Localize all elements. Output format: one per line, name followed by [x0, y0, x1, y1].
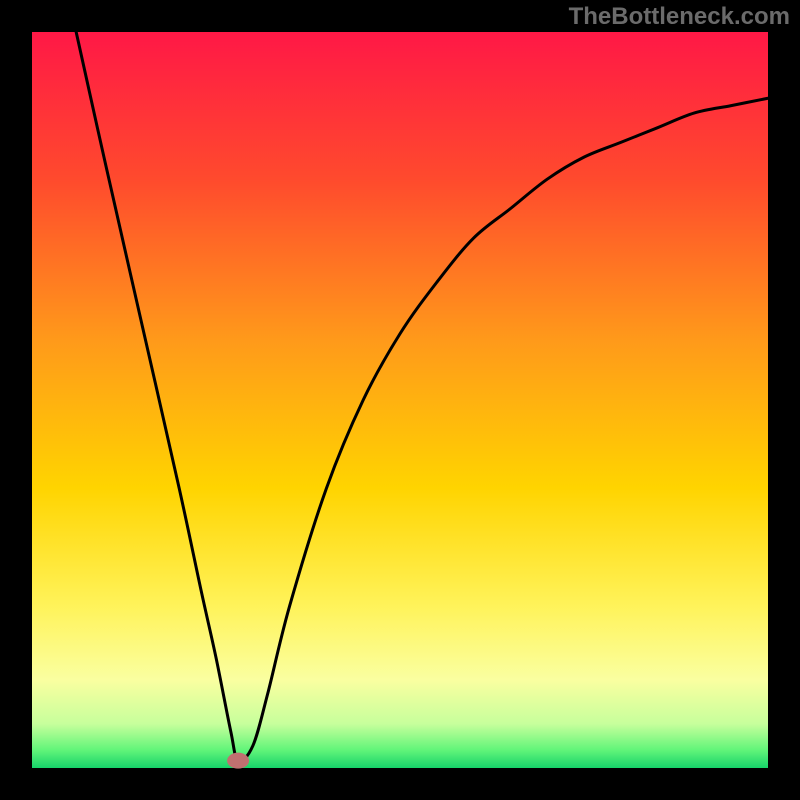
bottleneck-chart — [0, 0, 800, 800]
minimum-marker — [227, 753, 249, 769]
chart-container: TheBottleneck.com — [0, 0, 800, 800]
chart-plot-area — [32, 32, 768, 768]
watermark-text: TheBottleneck.com — [569, 3, 790, 31]
